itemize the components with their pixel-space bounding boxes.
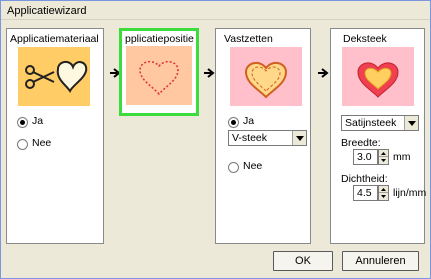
panel1-yes-radio[interactable] — [17, 117, 28, 128]
spin-up-icon[interactable] — [379, 150, 388, 157]
panel-deksteek: Deksteek Satijnsteek Breedte: 3.0 mm Dic… — [330, 28, 427, 244]
panel-vastzetten: Vastzetten Ja V-steek Nee — [215, 28, 311, 244]
scissors-heart-icon — [25, 61, 88, 93]
panel-title: Applicatiemateriaal — [10, 33, 99, 45]
width-input[interactable]: 3.0 — [353, 149, 378, 165]
panel3-yes-label: Ja — [243, 115, 255, 127]
position-image[interactable] — [126, 46, 192, 105]
title-bar: Applicatiewizard — [1, 1, 430, 20]
width-spinner[interactable] — [378, 149, 389, 165]
arrow-right-icon — [317, 67, 329, 79]
window-title: Applicatiewizard — [7, 5, 87, 17]
panel1-no-radio[interactable] — [17, 139, 28, 150]
material-image[interactable] — [18, 47, 90, 106]
panel-title: Deksteek — [343, 33, 387, 45]
chevron-down-icon[interactable] — [292, 131, 306, 145]
density-input[interactable]: 4.5 — [353, 185, 378, 201]
width-label: Breedte: — [341, 137, 381, 149]
ok-button[interactable]: OK — [273, 251, 333, 271]
density-value: 4.5 — [357, 187, 372, 199]
satin-heart-icon — [357, 62, 399, 98]
panel3-yes-radio[interactable] — [228, 117, 239, 128]
panel1-no-label: Nee — [32, 137, 52, 149]
panel3-no-radio[interactable] — [228, 162, 239, 173]
width-value: 3.0 — [357, 151, 372, 163]
cover-stitch-image[interactable] — [342, 47, 414, 106]
density-unit: lijn/mm — [393, 187, 427, 199]
panel1-yes-label: Ja — [32, 115, 44, 127]
spin-up-icon[interactable] — [379, 186, 388, 193]
tackdown-stitch-value: V-steek — [232, 132, 268, 144]
density-label: Dichtheid: — [341, 173, 388, 185]
spin-down-icon[interactable] — [379, 193, 388, 200]
chevron-down-icon[interactable] — [404, 116, 418, 130]
panel-applicatiepositie[interactable]: pplicatiepositie — [119, 28, 199, 116]
panel-applicatiemateriaal: Applicatiemateriaal Ja Nee — [6, 28, 104, 244]
zigzag-heart-icon — [244, 61, 288, 99]
applicatiewizard-window: Applicatiewizard Applicatiemateriaal Ja … — [0, 0, 431, 279]
spin-down-icon[interactable] — [379, 157, 388, 164]
dotted-heart-icon — [139, 60, 179, 96]
cover-stitch-select[interactable]: Satijnsteek — [341, 115, 419, 131]
cancel-button[interactable]: Annuleren — [342, 251, 419, 271]
width-unit: mm — [393, 151, 411, 163]
tackdown-stitch-select[interactable]: V-steek — [228, 130, 307, 146]
panel3-no-label: Nee — [243, 160, 263, 172]
panel-title: Vastzetten — [224, 33, 273, 45]
tackdown-image[interactable] — [230, 47, 302, 106]
panel-title: pplicatiepositie — [125, 33, 194, 45]
density-spinner[interactable] — [378, 185, 389, 201]
arrow-right-icon — [203, 67, 215, 79]
cover-stitch-value: Satijnsteek — [345, 117, 397, 129]
